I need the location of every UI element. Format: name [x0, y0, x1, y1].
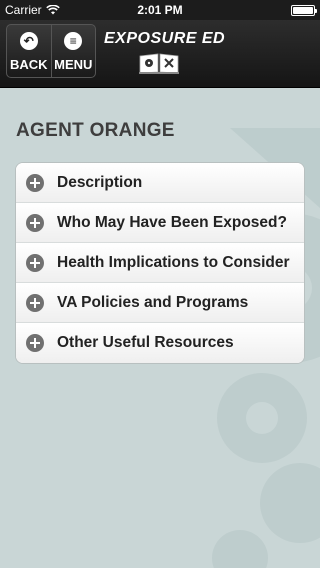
brand-title: EXPOSURE ED: [104, 30, 226, 47]
status-left: Carrier: [5, 3, 60, 17]
back-button[interactable]: ↶ BACK: [7, 25, 51, 77]
hamburger-icon: ≡: [64, 32, 83, 50]
plus-icon: [26, 334, 44, 352]
list-item-label: Description: [57, 173, 143, 191]
back-arrow-icon: ↶: [19, 32, 38, 50]
status-bar: Carrier 2:01 PM: [0, 0, 320, 20]
menu-button[interactable]: ≡ MENU: [50, 25, 96, 77]
list-item-label: Other Useful Resources: [57, 334, 234, 351]
plus-icon: [26, 213, 44, 232]
list-item-label: Health Implications to Consider: [57, 253, 290, 271]
nav-bar: ↶ BACK ≡ MENU EXPOSURE ED: [0, 20, 320, 88]
list-item-va-policies[interactable]: VA Policies and Programs: [16, 283, 304, 323]
list-item-health-implications[interactable]: Health Implications to Consider: [16, 243, 304, 283]
list-item-label: VA Policies and Programs: [57, 293, 249, 311]
list-item-resources[interactable]: Other Useful Resources: [16, 323, 304, 363]
nav-button-group: ↶ BACK ≡ MENU: [6, 24, 96, 78]
plus-icon: [26, 293, 44, 312]
battery-fill: [293, 6, 313, 14]
battery-icon: [291, 4, 317, 16]
topic-list: Description Who May Have Been Exposed? H…: [15, 162, 305, 364]
plus-icon: [26, 173, 44, 192]
back-button-label: BACK: [9, 57, 48, 72]
wifi-icon: [45, 5, 60, 15]
page-title: AGENT ORANGE: [16, 120, 175, 141]
list-item-who-exposed[interactable]: Who May Have Been Exposed?: [16, 203, 304, 243]
menu-button-label: MENU: [54, 57, 93, 72]
carrier-label: Carrier: [5, 3, 42, 17]
plus-icon: [26, 253, 44, 272]
book-logo-icon: [139, 53, 179, 74]
list-item-label: Who May Have Been Exposed?: [57, 213, 287, 231]
list-item-description[interactable]: Description: [16, 163, 304, 203]
